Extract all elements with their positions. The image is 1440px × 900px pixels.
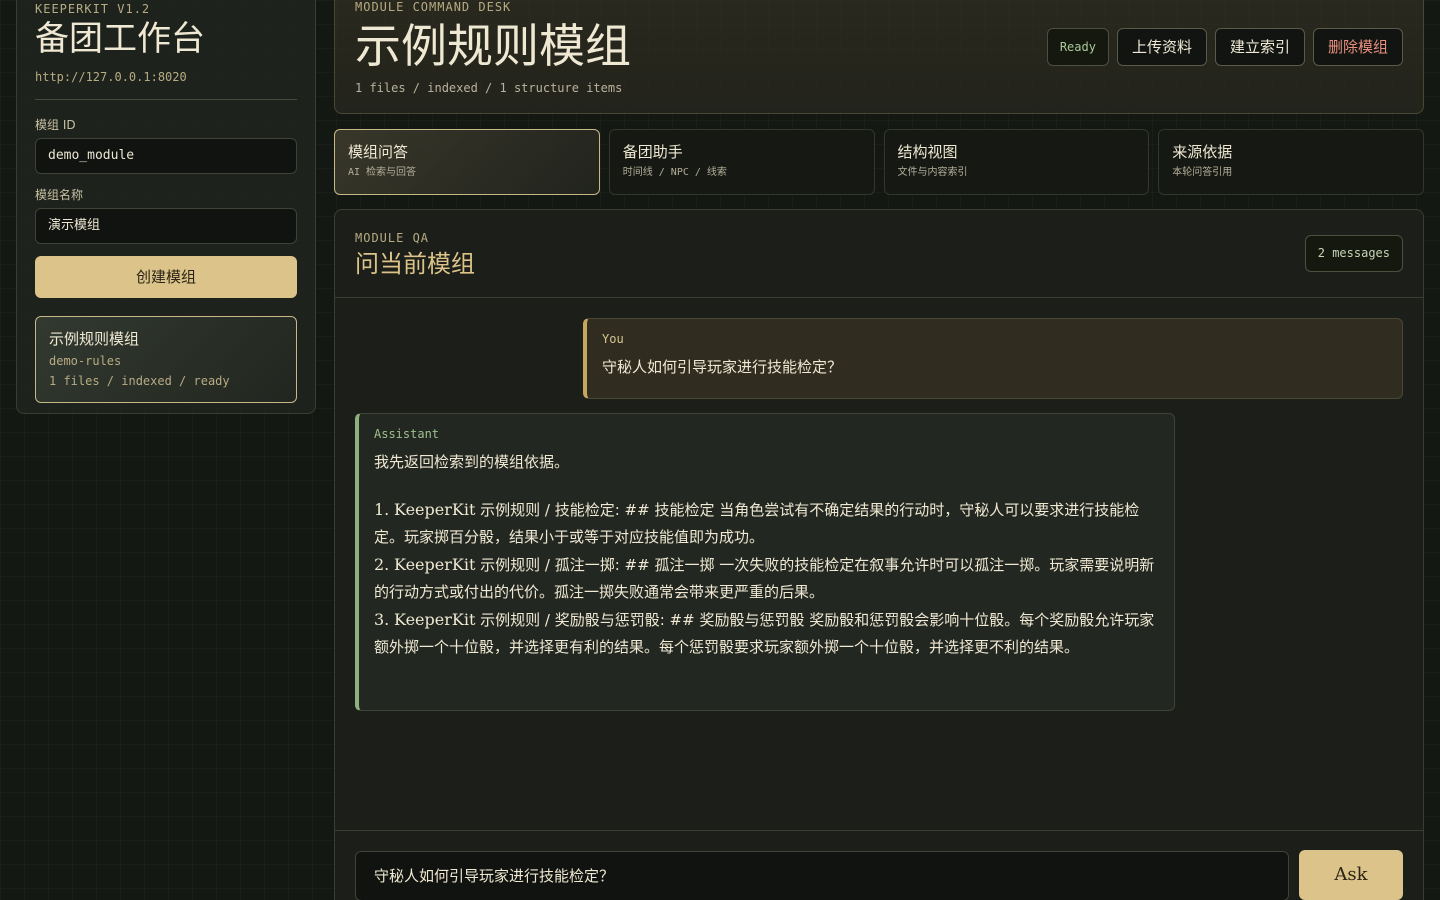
composer-divider [335,830,1423,831]
source-num: 3. [374,610,390,629]
upload-button[interactable]: 上传资料 [1116,28,1207,66]
message-role: Assistant [374,427,440,441]
tab-subtitle: 本轮问答引用 [1172,167,1233,178]
source-num: 2. [374,555,390,574]
qa-panel: MODULE QA 问当前模组 2 messages You 守秘人如何引导玩家… [334,209,1424,900]
tab-subtitle: AI 检索与回答 [348,167,417,178]
module-name-field[interactable]: 演示模组 [35,208,297,244]
module-id-field[interactable]: demo_module [35,138,297,174]
page-title: 示例规则模组 [355,19,631,73]
source-list: 1. KeeperKit 示例规则 / 技能检定: ## 技能检定 当角色尝试有… [374,496,1160,661]
sidebar: KEEPERKIT V1.2 备团工作台 http://127.0.0.1:80… [16,0,316,414]
source-name: KeeperKit [394,500,476,519]
header-eyebrow: MODULE COMMAND DESK [355,0,512,14]
qa-divider [335,297,1423,298]
server-url: http://127.0.0.1:8020 [35,70,187,84]
module-item-title: 示例规则模组 [49,330,140,348]
source-text: 示例规则 / 技能检定: ## 技能检定 当角色尝试有不确定结果的行动时，守秘人… [374,501,1140,546]
tab-title: 备团助手 [622,143,683,161]
source-name: KeeperKit [394,555,476,574]
qa-eyebrow: MODULE QA [355,231,430,245]
source-num: 1. [374,500,390,519]
source-text: 示例规则 / 奖励骰与惩罚骰: ## 奖励骰与惩罚骰 奖励骰和惩罚骰会影响十位骰… [374,611,1155,656]
assistant-intro: 我先返回检索到的模组依据。 [374,453,570,471]
create-module-button[interactable]: 创建模组 [35,256,297,298]
delete-module-button[interactable]: 删除模组 [1312,28,1403,66]
app-version: KEEPERKIT V1.2 [35,2,151,16]
source-text: 示例规则 / 孤注一掷: ## 孤注一掷 一次失败的技能检定在叙事允许时可以孤注… [374,556,1155,601]
tab-bar: 模组问答 AI 检索与回答 备团助手 时间线 / NPC / 线索 结构视图 文… [334,129,1424,195]
source-item: 1. KeeperKit 示例规则 / 技能检定: ## 技能检定 当角色尝试有… [374,496,1160,551]
module-item-meta: 1 files / indexed / ready [49,374,230,388]
module-header: MODULE COMMAND DESK 示例规则模组 1 files / ind… [334,0,1424,114]
ask-button[interactable]: Ask [1299,850,1403,900]
source-item: 2. KeeperKit 示例规则 / 孤注一掷: ## 孤注一掷 一次失败的技… [374,551,1160,606]
tab-gm-assistant[interactable]: 备团助手 时间线 / NPC / 线索 [608,129,875,195]
tab-structure-view[interactable]: 结构视图 文件与内容索引 [883,129,1150,195]
module-item-slug: demo-rules [49,354,122,368]
module-list-item[interactable]: 示例规则模组 demo-rules 1 files / indexed / re… [35,316,297,403]
message-role: You [602,332,624,346]
tab-subtitle: 文件与内容索引 [897,167,968,178]
question-input[interactable]: 守秘人如何引导玩家进行技能检定？ [355,851,1289,900]
sidebar-divider [35,99,297,100]
tab-title: 模组问答 [348,143,409,161]
tab-sources[interactable]: 来源依据 本轮问答引用 [1158,129,1424,195]
assistant-message: Assistant 我先返回检索到的模组依据。 1. KeeperKit 示例规… [355,413,1175,711]
build-index-button[interactable]: 建立索引 [1214,28,1305,66]
tab-title: 来源依据 [1172,143,1233,161]
tab-subtitle: 时间线 / NPC / 线索 [622,167,727,178]
header-actions: Ready 上传资料 建立索引 删除模组 [1046,28,1403,66]
message-text: 守秘人如何引导玩家进行技能检定？ [602,358,843,376]
module-name-label: 模组名称 [35,188,84,202]
status-badge: Ready [1046,28,1109,66]
tab-title: 结构视图 [897,143,958,161]
app-title: 备团工作台 [35,19,205,59]
source-name: KeeperKit [394,610,476,629]
qa-title: 问当前模组 [355,250,475,278]
source-item: 3. KeeperKit 示例规则 / 奖励骰与惩罚骰: ## 奖励骰与惩罚骰 … [374,606,1160,661]
module-meta: 1 files / indexed / 1 structure items [355,81,623,95]
module-id-label: 模组 ID [35,118,76,132]
tab-module-qa[interactable]: 模组问答 AI 检索与回答 [334,129,600,195]
message-count-badge: 2 messages [1304,235,1403,272]
user-message: You 守秘人如何引导玩家进行技能检定？ [583,318,1403,399]
